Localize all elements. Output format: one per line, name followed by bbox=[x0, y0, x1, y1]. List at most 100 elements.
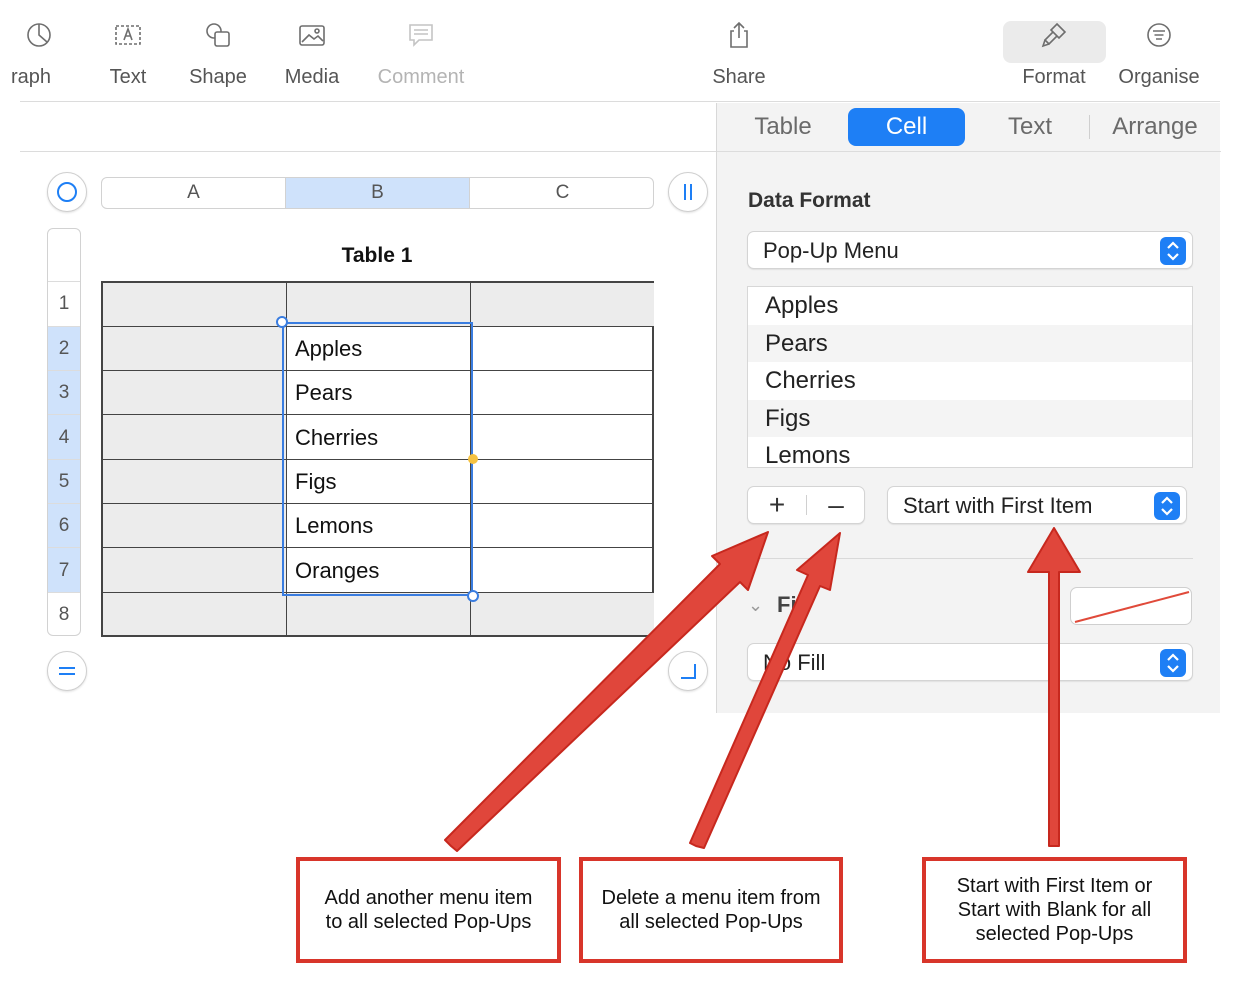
tab-text[interactable]: Text bbox=[982, 108, 1078, 146]
select-table-button[interactable] bbox=[47, 172, 87, 212]
fill-title: Fill bbox=[777, 592, 809, 617]
toolbar-format-button[interactable]: Format bbox=[1004, 20, 1104, 100]
selection-handle-bottom-right[interactable] bbox=[467, 590, 479, 602]
callout-start-option: Start with First Item or Start with Blan… bbox=[922, 857, 1187, 963]
table-cell[interactable] bbox=[103, 283, 287, 327]
toolbar-organise-label: Organise bbox=[1118, 66, 1200, 88]
table-cell[interactable] bbox=[471, 283, 654, 327]
row-header-8[interactable]: 8 bbox=[48, 592, 80, 635]
toolbar-comment-button[interactable]: Comment bbox=[371, 20, 471, 100]
toolbar-text-button[interactable]: Text bbox=[78, 20, 178, 100]
comment-icon bbox=[409, 24, 433, 47]
toolbar-chart-button[interactable]: raph bbox=[0, 20, 89, 100]
chart-icon bbox=[27, 23, 51, 47]
add-column-handle[interactable] bbox=[668, 172, 708, 212]
table-cell[interactable] bbox=[103, 327, 287, 371]
data-format-popup[interactable]: Pop-Up Menu bbox=[747, 231, 1193, 269]
up-down-chevron-icon bbox=[1160, 649, 1186, 677]
list-item[interactable]: Lemons bbox=[748, 437, 1192, 467]
organise-icon bbox=[1147, 23, 1171, 47]
row-header-5[interactable]: 5 bbox=[48, 459, 80, 503]
list-item[interactable]: Pears bbox=[748, 324, 1192, 362]
table-cell[interactable] bbox=[471, 371, 654, 415]
corner-handle-icon bbox=[681, 664, 696, 679]
selection-handle-top-left[interactable] bbox=[276, 316, 288, 328]
table-cell[interactable] bbox=[471, 548, 654, 593]
column-header-b[interactable]: B bbox=[286, 178, 470, 208]
callout-add-item: Add another menu item to all selected Po… bbox=[296, 857, 561, 963]
fill-popup[interactable]: No Fill bbox=[747, 643, 1193, 681]
row-header-6[interactable]: 6 bbox=[48, 503, 80, 547]
shape-icon bbox=[206, 23, 230, 47]
table-title[interactable]: Table 1 bbox=[285, 244, 469, 268]
table-cell[interactable] bbox=[287, 593, 471, 635]
table-cell[interactable]: Pears bbox=[287, 371, 471, 415]
circle-handle-icon bbox=[57, 182, 77, 202]
row-header-4[interactable]: 4 bbox=[48, 414, 80, 459]
column-header-c[interactable]: C bbox=[470, 178, 653, 208]
up-down-chevron-icon bbox=[1154, 492, 1180, 520]
remove-item-button[interactable]: – bbox=[807, 487, 865, 523]
resize-table-handle[interactable] bbox=[668, 651, 708, 691]
toolbar-share-label: Share bbox=[712, 66, 766, 88]
toolbar-share-button[interactable]: Share bbox=[689, 20, 789, 100]
inspector-tabs: Table Cell Text Arrange bbox=[717, 103, 1221, 152]
table-cell[interactable] bbox=[471, 327, 654, 371]
table-cell[interactable] bbox=[287, 283, 471, 327]
tab-arrange[interactable]: Arrange bbox=[1097, 108, 1213, 146]
column-header-bar: A B C bbox=[101, 177, 654, 209]
popup-menu-items-list[interactable]: Apples Pears Cherries Figs Lemons bbox=[747, 286, 1193, 468]
autofill-handle[interactable] bbox=[468, 454, 478, 464]
chevron-down-icon[interactable]: ⌄ bbox=[748, 595, 763, 616]
add-row-handle[interactable] bbox=[47, 651, 87, 691]
section-divider bbox=[747, 558, 1193, 559]
table-cell[interactable]: Oranges bbox=[287, 548, 471, 593]
table-cell[interactable] bbox=[103, 593, 287, 635]
fill-color-well[interactable] bbox=[1070, 587, 1192, 625]
toolbar-shape-button[interactable]: Shape bbox=[168, 20, 268, 100]
table-cell[interactable] bbox=[103, 504, 287, 548]
tab-cell[interactable]: Cell bbox=[848, 108, 965, 146]
add-item-button[interactable]: + bbox=[748, 487, 806, 523]
list-item[interactable]: Apples bbox=[748, 287, 1192, 325]
toolbar-media-button[interactable]: Media bbox=[262, 20, 362, 100]
table-cell[interactable] bbox=[471, 593, 654, 635]
tab-separator bbox=[1089, 115, 1090, 139]
table-cell[interactable] bbox=[471, 460, 654, 504]
table-cell[interactable]: Lemons bbox=[287, 504, 471, 548]
table-cell[interactable] bbox=[103, 415, 287, 460]
table-cell[interactable]: Cherries bbox=[287, 415, 471, 460]
table-cell[interactable]: Apples bbox=[287, 327, 471, 371]
start-with-popup[interactable]: Start with First Item bbox=[887, 486, 1187, 524]
toolbar-chart-label: raph bbox=[10, 66, 52, 88]
table-cell[interactable] bbox=[103, 548, 287, 593]
toolbar: raph Text Shape Media Comment Share Form… bbox=[0, 0, 1240, 102]
row-header-3[interactable]: 3 bbox=[48, 370, 80, 414]
no-color-slash-icon bbox=[1074, 591, 1190, 623]
format-inspector: Table Cell Text Arrange Data Format Pop-… bbox=[716, 103, 1221, 713]
row-header-2[interactable]: 2 bbox=[48, 326, 80, 370]
add-remove-control: + – bbox=[747, 486, 865, 524]
data-format-value: Pop-Up Menu bbox=[763, 238, 899, 263]
row-header-7[interactable]: 7 bbox=[48, 547, 80, 592]
column-handle-icon bbox=[684, 184, 692, 200]
toolbar-text-label: Text bbox=[109, 66, 147, 88]
paintbrush-icon bbox=[1041, 22, 1067, 48]
table-cell[interactable] bbox=[471, 504, 654, 548]
toolbar-format-label: Format bbox=[1022, 66, 1086, 88]
table-cell[interactable] bbox=[103, 371, 287, 415]
column-header-a[interactable]: A bbox=[102, 178, 286, 208]
tab-table[interactable]: Table bbox=[735, 108, 831, 146]
table-cell[interactable] bbox=[471, 415, 654, 460]
table-cell[interactable]: Figs bbox=[287, 460, 471, 504]
fill-value: No Fill bbox=[763, 650, 826, 675]
list-item[interactable]: Figs bbox=[748, 399, 1192, 437]
list-item[interactable]: Cherries bbox=[748, 362, 1192, 400]
up-down-chevron-icon bbox=[1160, 237, 1186, 265]
toolbar-comment-label: Comment bbox=[377, 66, 465, 88]
toolbar-shape-label: Shape bbox=[189, 66, 247, 88]
table-cell[interactable] bbox=[103, 460, 287, 504]
canvas-top-band bbox=[20, 103, 716, 152]
row-header-1[interactable]: 1 bbox=[48, 281, 80, 325]
toolbar-organise-button[interactable]: Organise bbox=[1109, 20, 1209, 100]
